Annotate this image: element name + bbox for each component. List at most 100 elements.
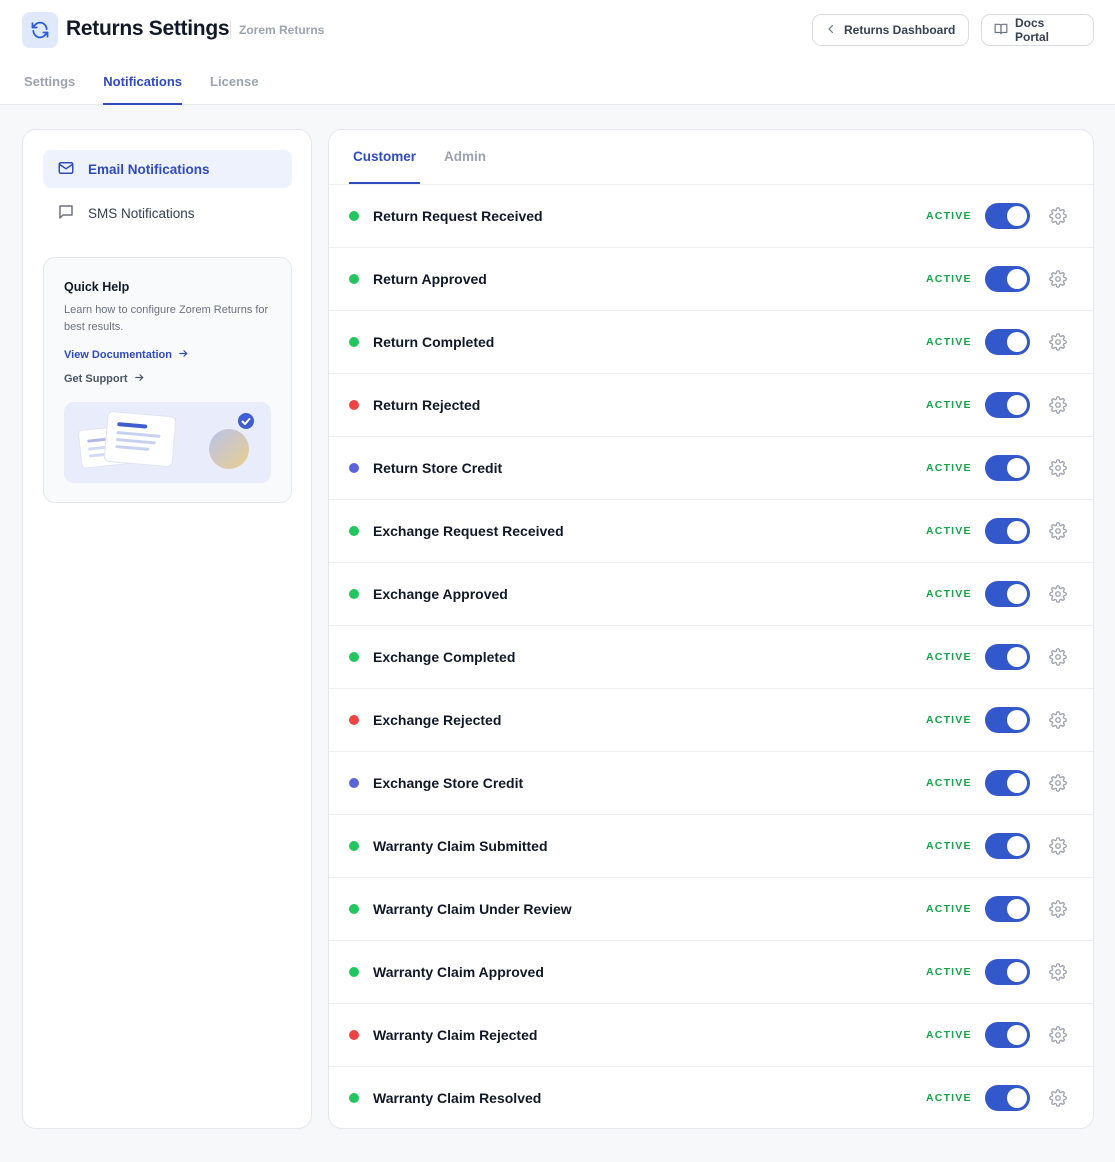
view-documentation-link[interactable]: View Documentation: [64, 348, 189, 362]
notification-toggle[interactable]: [985, 959, 1030, 985]
notification-row: Exchange Store Credit ACTIVE: [329, 752, 1093, 815]
sidebar-item-sms-notifications[interactable]: SMS Notifications: [43, 194, 292, 232]
status-dot: [349, 526, 359, 536]
status-badge: ACTIVE: [926, 273, 972, 285]
notification-toggle[interactable]: [985, 329, 1030, 355]
gear-icon[interactable]: [1049, 774, 1067, 792]
status-dot: [349, 274, 359, 284]
status-badge: ACTIVE: [926, 840, 972, 852]
notification-toggle[interactable]: [985, 392, 1030, 418]
notification-label[interactable]: Warranty Claim Under Review: [373, 901, 572, 917]
notification-toggle[interactable]: [985, 707, 1030, 733]
notification-toggle[interactable]: [985, 455, 1030, 481]
gear-icon[interactable]: [1049, 585, 1067, 603]
notification-toggle[interactable]: [985, 1022, 1030, 1048]
gear-icon[interactable]: [1049, 522, 1067, 540]
notification-row: Warranty Claim Rejected ACTIVE: [329, 1004, 1093, 1067]
status-dot: [349, 715, 359, 725]
gear-icon[interactable]: [1049, 963, 1067, 981]
notification-label[interactable]: Exchange Request Received: [373, 523, 564, 539]
notification-label[interactable]: Warranty Claim Resolved: [373, 1090, 541, 1106]
notification-row: Return Completed ACTIVE: [329, 311, 1093, 374]
quick-help-text: Learn how to configure Zorem Returns for…: [64, 304, 269, 333]
sidebar-item-email-notifications[interactable]: Email Notifications: [43, 150, 292, 188]
status-badge: ACTIVE: [926, 903, 972, 915]
status-dot: [349, 778, 359, 788]
gear-icon[interactable]: [1049, 837, 1067, 855]
returns-dashboard-button[interactable]: Returns Dashboard: [812, 14, 969, 46]
status-dot: [349, 337, 359, 347]
status-dot: [349, 211, 359, 221]
notification-toggle[interactable]: [985, 770, 1030, 796]
toggle-knob: [1007, 710, 1027, 730]
notification-toggle[interactable]: [985, 518, 1030, 544]
quick-help-title: Quick Help: [64, 280, 130, 294]
status-badge: ACTIVE: [926, 651, 972, 663]
notification-label[interactable]: Warranty Claim Approved: [373, 964, 544, 980]
toggle-knob: [1007, 206, 1027, 226]
notification-type-sidebar: Email Notifications SMS Notifications Qu…: [22, 129, 312, 1129]
notification-label[interactable]: Return Store Credit: [373, 460, 502, 476]
toggle-knob: [1007, 1088, 1027, 1108]
notification-toggle[interactable]: [985, 833, 1030, 859]
toggle-knob: [1007, 269, 1027, 289]
gear-icon[interactable]: [1049, 900, 1067, 918]
page-title: Returns Settings: [66, 17, 230, 40]
tab-settings[interactable]: Settings: [24, 72, 75, 105]
notification-label[interactable]: Return Approved: [373, 271, 487, 287]
gear-icon[interactable]: [1049, 711, 1067, 729]
status-dot: [349, 967, 359, 977]
chat-icon: [57, 203, 75, 224]
notification-row: Return Rejected ACTIVE: [329, 374, 1093, 437]
toggle-knob: [1007, 332, 1027, 352]
status-dot: [349, 1030, 359, 1040]
status-badge: ACTIVE: [926, 1092, 972, 1104]
notification-label[interactable]: Return Request Received: [373, 208, 543, 224]
notification-label[interactable]: Return Rejected: [373, 397, 480, 413]
notification-label[interactable]: Exchange Approved: [373, 586, 508, 602]
arrow-right-icon: [178, 348, 189, 362]
notification-toggle[interactable]: [985, 266, 1030, 292]
notification-row: Warranty Claim Approved ACTIVE: [329, 941, 1093, 1004]
notification-toggle[interactable]: [985, 203, 1030, 229]
notification-row: Return Approved ACTIVE: [329, 248, 1093, 311]
gear-icon[interactable]: [1049, 396, 1067, 414]
tab-admin[interactable]: Admin: [440, 130, 490, 184]
tab-notifications[interactable]: Notifications: [103, 72, 183, 105]
docs-portal-button[interactable]: Docs Portal: [981, 14, 1094, 46]
toggle-knob: [1007, 962, 1027, 982]
gear-icon[interactable]: [1049, 1026, 1067, 1044]
tab-license[interactable]: License: [210, 72, 258, 105]
audience-tabs: Customer Admin: [349, 130, 490, 184]
notification-toggle[interactable]: [985, 581, 1030, 607]
gear-icon[interactable]: [1049, 1089, 1067, 1107]
notification-label[interactable]: Warranty Claim Rejected: [373, 1027, 537, 1043]
gear-icon[interactable]: [1049, 333, 1067, 351]
notification-label[interactable]: Warranty Claim Submitted: [373, 838, 548, 854]
help-illustration: [64, 402, 271, 483]
status-badge: ACTIVE: [926, 462, 972, 474]
gear-icon[interactable]: [1049, 648, 1067, 666]
notification-toggle[interactable]: [985, 644, 1030, 670]
toggle-knob: [1007, 395, 1027, 415]
gear-icon[interactable]: [1049, 270, 1067, 288]
get-support-label: Get Support: [64, 373, 128, 385]
gear-icon[interactable]: [1049, 459, 1067, 477]
gear-icon[interactable]: [1049, 207, 1067, 225]
title-divider: [230, 20, 231, 39]
notification-toggle[interactable]: [985, 1085, 1030, 1111]
toggle-knob: [1007, 458, 1027, 478]
notifications-panel: Customer Admin Return Request Received AC…: [328, 129, 1094, 1129]
toggle-knob: [1007, 584, 1027, 604]
notification-label[interactable]: Return Completed: [373, 334, 494, 350]
refresh-icon: [22, 12, 58, 48]
tab-customer[interactable]: Customer: [349, 130, 421, 184]
notification-label[interactable]: Exchange Completed: [373, 649, 515, 665]
notification-toggle[interactable]: [985, 896, 1030, 922]
arrow-right-icon: [134, 372, 145, 386]
status-dot: [349, 589, 359, 599]
notification-label[interactable]: Exchange Store Credit: [373, 775, 523, 791]
notification-label[interactable]: Exchange Rejected: [373, 712, 501, 728]
status-dot: [349, 904, 359, 914]
get-support-link[interactable]: Get Support: [64, 372, 145, 386]
